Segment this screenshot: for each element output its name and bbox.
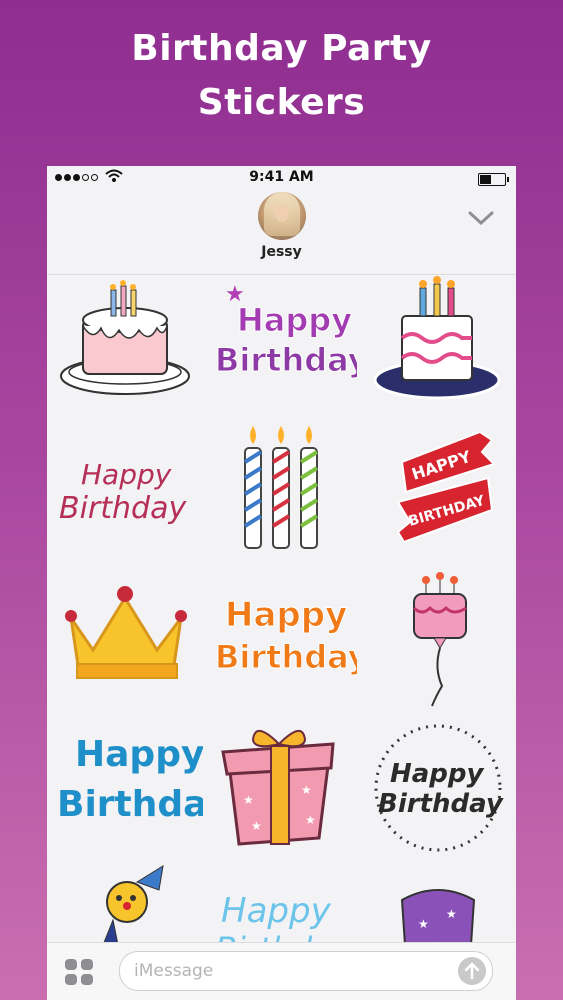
sticker-happy-birthday-blue[interactable]: Happy Birthday xyxy=(53,714,203,854)
compose-bar xyxy=(47,942,516,1000)
headline-line-1: Birthday Party xyxy=(131,28,432,69)
sticker-cake-balloon[interactable] xyxy=(362,568,512,708)
status-bar: 9:41 AM xyxy=(47,166,516,190)
sticker-happy-birthday-purple[interactable]: ★ Happy Birthday xyxy=(207,276,358,416)
sticker-text-1: Happy xyxy=(237,301,352,339)
svg-text:★: ★ xyxy=(301,783,312,797)
sticker-text-2: Birthday xyxy=(215,341,357,379)
sticker-gift-box[interactable]: ★ ★ ★ ★ xyxy=(207,714,357,854)
sticker-tall-cake-candles[interactable] xyxy=(362,276,512,416)
sticker-birthday-cake-candles[interactable] xyxy=(53,276,203,416)
status-time: 9:41 AM xyxy=(249,169,314,185)
sticker-text-3: Happy xyxy=(81,458,172,491)
sticker-text-4: Birthday xyxy=(59,491,187,526)
sticker-happy-birthday-banner[interactable]: HAPPY BIRTHDAY xyxy=(362,422,512,562)
sticker-text-12: Birthday xyxy=(378,789,504,819)
conversation-header: Jessy xyxy=(47,190,516,275)
message-field[interactable] xyxy=(119,951,493,991)
app-drawer-icon[interactable] xyxy=(63,957,95,987)
chevron-down-icon[interactable] xyxy=(468,210,494,226)
sticker-happy-birthday-orange[interactable]: Happy Birthday xyxy=(207,568,358,708)
sticker-crown[interactable] xyxy=(53,568,203,708)
sticker-text-11: Happy xyxy=(390,759,485,789)
avatar[interactable] xyxy=(258,192,306,240)
sticker-three-candles[interactable] xyxy=(207,422,357,562)
sticker-text-8: Birthday xyxy=(215,638,357,676)
app-store-headline: Birthday Party Stickers xyxy=(0,22,563,130)
sticker-text-9: Happy xyxy=(75,734,203,775)
svg-text:★: ★ xyxy=(446,907,457,921)
contact-name[interactable]: Jessy xyxy=(47,244,516,260)
headline-line-2: Stickers xyxy=(197,82,366,123)
send-arrow-icon[interactable] xyxy=(458,957,486,985)
svg-text:★: ★ xyxy=(251,819,262,833)
svg-text:★: ★ xyxy=(418,917,429,931)
sticker-text-10: Birthday xyxy=(57,784,203,825)
sticker-grid: ★ Happy Birthday Happy Birthday HAPPY BI… xyxy=(47,276,516,981)
phone-screen: 9:41 AM Jessy ★ Happy Birthday Happy Bir… xyxy=(47,166,516,1000)
sticker-text-7: Happy xyxy=(225,595,347,635)
svg-text:★: ★ xyxy=(243,793,254,807)
message-input[interactable] xyxy=(132,952,436,990)
battery-icon xyxy=(478,173,509,186)
svg-text:★: ★ xyxy=(305,813,316,827)
sticker-happy-birthday-circle[interactable]: Happy Birthday xyxy=(362,714,512,854)
sticker-happy-birthday-script[interactable]: Happy Birthday xyxy=(53,422,203,562)
sticker-text-13: Happy xyxy=(221,891,332,931)
